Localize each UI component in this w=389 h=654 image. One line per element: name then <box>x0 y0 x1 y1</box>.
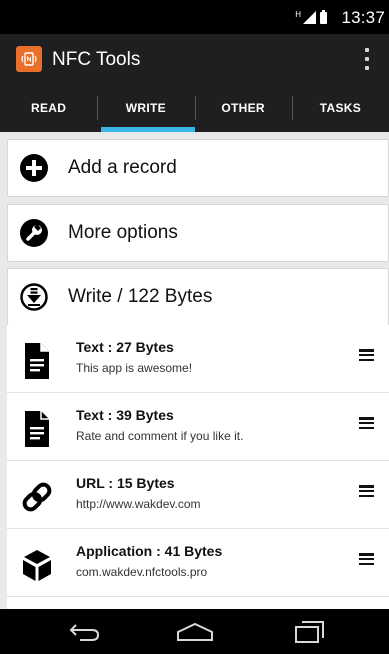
wrench-circle-icon <box>20 219 48 247</box>
record-title: Text : 27 Bytes <box>76 339 174 355</box>
record-value: com.wakdev.nfctools.pro <box>76 565 208 579</box>
signal-icon <box>303 11 316 24</box>
record-item[interactable]: Text : 27 Bytes This app is awesome! <box>7 325 389 393</box>
record-item[interactable]: URL : 15 Bytes http://www.wakdev.com <box>7 461 389 529</box>
drag-handle-icon[interactable] <box>359 417 374 429</box>
nfc-icon <box>16 46 42 72</box>
drag-handle-icon[interactable] <box>359 485 374 497</box>
status-bar: H 13:37 <box>0 0 389 34</box>
home-icon[interactable] <box>173 619 217 645</box>
link-icon <box>22 482 52 512</box>
drag-handle-icon[interactable] <box>359 553 374 565</box>
overflow-menu-icon[interactable] <box>363 48 371 70</box>
record-title: Application : 41 Bytes <box>76 543 223 559</box>
add-record-label: Add a record <box>68 157 177 178</box>
write-label: Write / 122 Bytes <box>68 286 213 307</box>
tab-read[interactable]: READ <box>0 84 97 132</box>
cube-icon <box>23 550 51 581</box>
app-title: NFC Tools <box>52 49 141 70</box>
tab-tasks[interactable]: TASKS <box>291 84 389 132</box>
drag-handle-icon[interactable] <box>359 349 374 361</box>
write-panel: Add a record More options Write / 122 By… <box>0 132 389 609</box>
record-value: Rate and comment if you like it. <box>76 429 244 443</box>
more-options-button[interactable]: More options <box>7 204 389 262</box>
add-record-button[interactable]: Add a record <box>7 139 389 197</box>
download-circle-icon <box>20 283 48 311</box>
recent-apps-icon[interactable] <box>287 619 331 645</box>
back-icon[interactable] <box>62 619 106 645</box>
record-item[interactable]: Application : 41 Bytes com.wakdev.nfctoo… <box>7 529 389 597</box>
record-title: URL : 15 Bytes <box>76 475 175 491</box>
record-list: Text : 27 Bytes This app is awesome! Tex… <box>7 325 389 609</box>
record-title: Text : 39 Bytes <box>76 407 174 423</box>
add-circle-icon <box>20 154 48 182</box>
write-button[interactable]: Write / 122 Bytes <box>7 268 389 326</box>
tab-other[interactable]: OTHER <box>194 84 292 132</box>
record-value: http://www.wakdev.com <box>76 497 201 511</box>
clock: 13:37 <box>341 8 385 27</box>
navigation-bar <box>0 609 389 654</box>
record-value: This app is awesome! <box>76 361 193 375</box>
tab-write[interactable]: WRITE <box>97 84 195 132</box>
tab-bar: READ WRITE OTHER TASKS <box>0 84 389 132</box>
status-icons: H <box>295 10 327 24</box>
app-bar: NFC Tools <box>0 34 389 84</box>
document-icon <box>25 343 49 379</box>
network-type-label: H <box>295 10 301 19</box>
record-item[interactable]: Text : 39 Bytes Rate and comment if you … <box>7 393 389 461</box>
document-icon <box>25 411 49 447</box>
more-options-label: More options <box>68 222 178 243</box>
battery-icon <box>320 10 327 24</box>
